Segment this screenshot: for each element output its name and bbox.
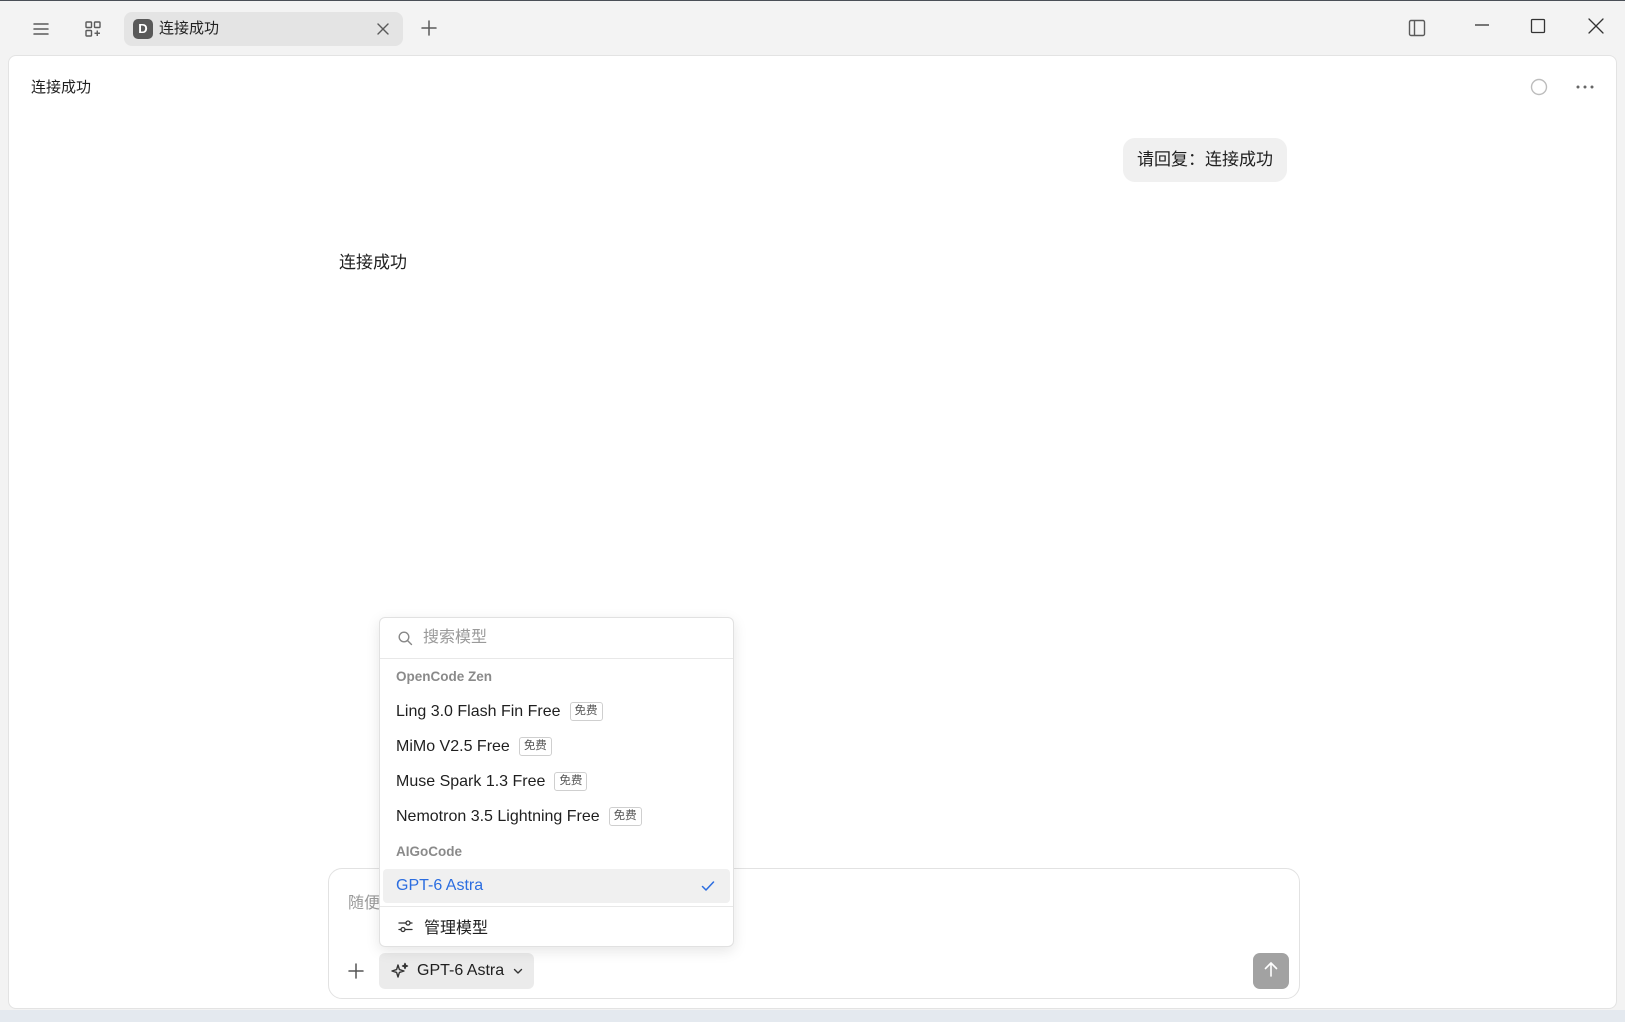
close-icon[interactable] [376,22,390,36]
free-badge: 免费 [518,737,552,756]
tab-badge: D [133,19,153,39]
tab-title: 连接成功 [159,20,220,37]
group-label: AIGoCode [396,844,462,859]
group-label: OpenCode Zen [396,669,493,684]
model-option-label: Muse Spark 1.3 Free [396,772,546,790]
chat-panel: 连接成功 请回复：连接成功 连接成功 随便 GPT-6 Astra 搜索模型 O… [8,55,1617,1009]
arrow-up-icon [1262,960,1280,983]
model-selector-button[interactable]: GPT-6 Astra [379,953,535,989]
model-search-field[interactable]: 搜索模型 [380,618,733,659]
more-dots-icon[interactable] [1575,78,1595,96]
manage-models-label: 管理模型 [424,920,489,937]
model-option[interactable]: Ling 3.0 Flash Fin Free 免费 [380,694,733,729]
user-message-bubble: 请回复：连接成功 [1123,138,1287,182]
model-option-label: MiMo V2.5 Free [396,737,510,755]
model-option-label: GPT-6 Astra [396,877,484,894]
free-badge: 免费 [554,772,588,791]
composer-input[interactable]: 随便 [348,889,380,913]
manage-models-button[interactable]: 管理模型 [380,907,733,945]
window-close-icon[interactable] [1588,18,1604,34]
new-tab-plus-icon[interactable] [420,19,438,37]
assistant-message: 连接成功 [339,253,407,272]
grid-icon[interactable] [83,19,103,39]
free-badge: 免费 [569,702,603,721]
send-button[interactable] [1253,953,1289,989]
tab-active[interactable]: D 连接成功 [124,12,403,46]
attach-plus-icon[interactable] [347,962,365,980]
chevron-down-icon [512,965,524,977]
model-option-label: Ling 3.0 Flash Fin Free [396,702,561,720]
circle-status-icon[interactable] [1530,78,1548,96]
model-option-selected[interactable]: GPT-6 Astra [383,869,730,903]
free-badge: 免费 [608,807,642,826]
maximize-icon[interactable] [1530,18,1546,34]
model-selector-label: GPT-6 Astra [417,962,505,979]
model-option[interactable]: Muse Spark 1.3 Free 免费 [380,764,733,799]
minimize-icon[interactable] [1474,17,1490,33]
model-dropdown: 搜索模型 OpenCode Zen Ling 3.0 Flash Fin Fre… [379,617,734,947]
sidebar-toggle-icon[interactable] [1408,19,1426,37]
sliders-icon [398,919,413,933]
model-option[interactable]: MiMo V2.5 Free 免费 [380,729,733,764]
page-title: 连接成功 [31,79,92,96]
desktop-taskbar-edge [0,1010,1625,1022]
model-search-input[interactable]: 搜索模型 [423,618,487,658]
model-option[interactable]: Nemotron 3.5 Lightning Free 免费 [380,799,733,834]
search-icon [398,631,413,646]
check-icon [701,880,715,892]
hamburger-menu-icon[interactable] [31,19,51,39]
sparkle-icon [391,962,409,980]
model-option-label: Nemotron 3.5 Lightning Free [396,807,600,825]
